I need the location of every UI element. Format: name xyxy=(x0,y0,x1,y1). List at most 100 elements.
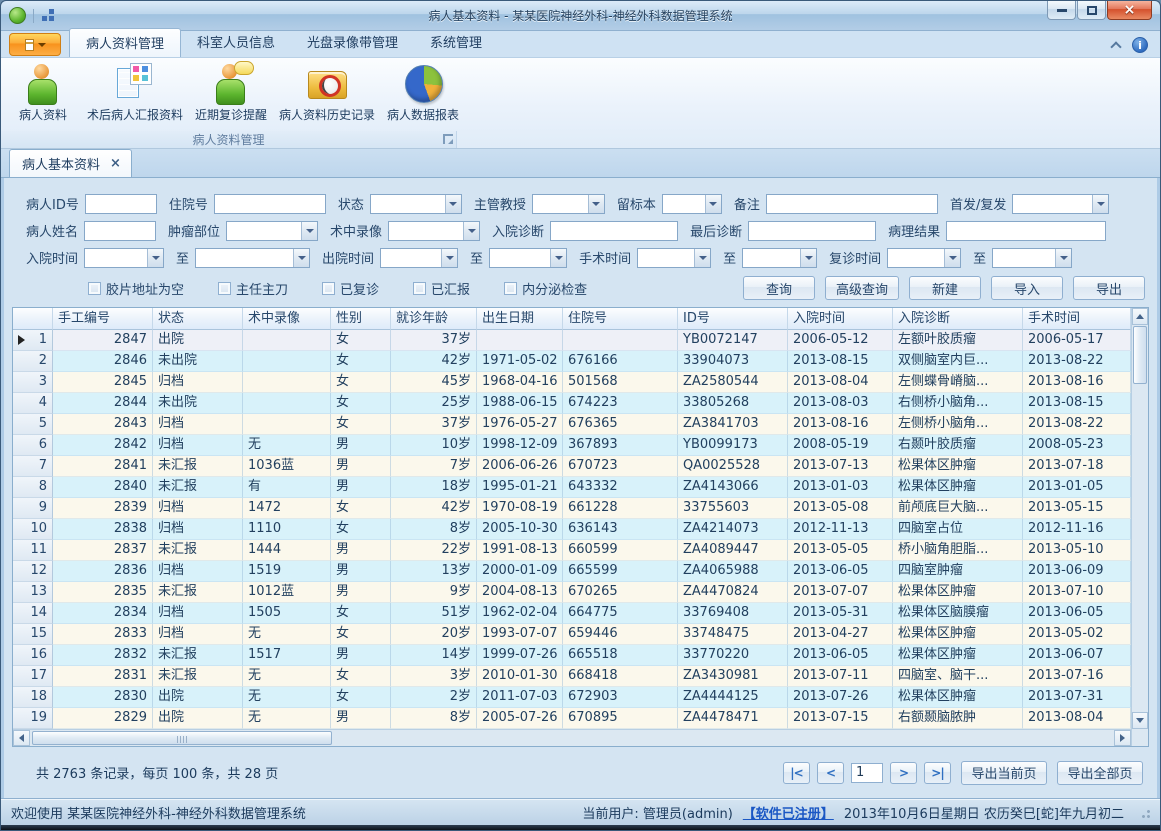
table-row[interactable]: 82840未汇报有男18岁1995-01-21643332ZA414306620… xyxy=(13,477,1131,498)
dropdown-button[interactable] xyxy=(147,249,163,267)
ribbon-item[interactable]: 病人资料历史记录 xyxy=(273,60,381,124)
table-row[interactable]: 152833归档无女20岁1993-07-0765944633748475201… xyxy=(13,624,1131,645)
dropdown-button[interactable] xyxy=(944,249,960,267)
row-header[interactable]: 16 xyxy=(13,645,53,666)
prev-page-button[interactable]: < xyxy=(817,762,844,784)
row-header[interactable]: 4 xyxy=(13,393,53,414)
discharge-date-to-combo[interactable] xyxy=(489,248,567,268)
director-surgeon-checkbox[interactable]: 主任主刀 xyxy=(218,279,288,298)
intraop-video-combo[interactable] xyxy=(388,221,480,241)
column-header-admission-diagnosis[interactable]: 入院诊断 xyxy=(893,308,1023,330)
admit-date-to-combo[interactable] xyxy=(195,248,310,268)
table-row[interactable]: 92839归档1472女42岁1970-08-19661228337556032… xyxy=(13,498,1131,519)
dropdown-button[interactable] xyxy=(1092,195,1108,213)
scroll-left-button[interactable] xyxy=(13,730,30,746)
dropdown-button[interactable] xyxy=(445,195,461,213)
revisit-date-from-combo[interactable] xyxy=(887,248,961,268)
table-row[interactable]: 42844未出院女25岁1988-06-15674223338052682013… xyxy=(13,393,1131,414)
row-header[interactable]: 19 xyxy=(13,708,53,729)
maximize-button[interactable] xyxy=(1077,1,1106,20)
ribbon-tab-1[interactable]: 病人资料管理 xyxy=(69,28,181,57)
ribbon-item[interactable]: 近期复诊提醒 xyxy=(189,60,273,124)
reported-checkbox[interactable]: 已汇报 xyxy=(413,279,470,298)
row-header[interactable]: 13 xyxy=(13,582,53,603)
dropdown-button[interactable] xyxy=(441,249,457,267)
resize-grip[interactable] xyxy=(1138,806,1150,818)
row-header[interactable]: 18 xyxy=(13,687,53,708)
group-dialog-launcher-icon[interactable] xyxy=(443,134,453,144)
ribbon-tab-3[interactable]: 光盘录像带管理 xyxy=(291,28,414,57)
export-current-page-button[interactable]: 导出当前页 xyxy=(961,761,1047,785)
export-button[interactable]: 导出 xyxy=(1073,276,1145,300)
tumor-site-combo[interactable] xyxy=(226,221,318,241)
table-row[interactable]: 72841未汇报1036蓝男7岁2006-06-26670723QA002552… xyxy=(13,456,1131,477)
first-or-recurrent-combo[interactable] xyxy=(1012,194,1109,214)
dropdown-button[interactable] xyxy=(800,249,816,267)
app-logo-icon[interactable] xyxy=(9,7,26,24)
table-row[interactable]: 132835未汇报1012蓝男9岁2004-08-13670265ZA44708… xyxy=(13,582,1131,603)
column-header-row-indicator[interactable] xyxy=(13,308,53,330)
layout-squares-icon[interactable] xyxy=(41,8,56,23)
vscroll-thumb[interactable] xyxy=(1133,326,1147,384)
scroll-up-button[interactable] xyxy=(1132,308,1148,325)
advanced-query-button[interactable]: 高级查询 xyxy=(825,276,899,300)
patient-id-input[interactable] xyxy=(85,194,157,214)
pathology-result-input[interactable] xyxy=(946,221,1106,241)
dropdown-button[interactable] xyxy=(463,222,479,240)
hscroll-thumb[interactable] xyxy=(32,731,332,745)
vertical-scrollbar[interactable] xyxy=(1131,308,1148,746)
surgery-date-from-combo[interactable] xyxy=(637,248,711,268)
final-diagnosis-input[interactable] xyxy=(748,221,876,241)
row-header[interactable]: 11 xyxy=(13,540,53,561)
ribbon-item[interactable]: 术后病人汇报资料 xyxy=(81,60,189,124)
scroll-right-button[interactable] xyxy=(1114,730,1131,746)
row-header[interactable]: 5 xyxy=(13,414,53,435)
revisited-checkbox[interactable]: 已复诊 xyxy=(322,279,379,298)
row-header[interactable]: 3 xyxy=(13,372,53,393)
table-row[interactable]: 172831未汇报无女3岁2010-01-30668418ZA343098120… xyxy=(13,666,1131,687)
column-header-surgery-date[interactable]: 手术时间 xyxy=(1023,308,1131,330)
ribbon-item[interactable]: 病人资料 xyxy=(5,60,81,124)
last-page-button[interactable]: >| xyxy=(924,762,951,784)
row-header[interactable]: 15 xyxy=(13,624,53,645)
row-header[interactable]: 12 xyxy=(13,561,53,582)
table-row[interactable]: 52843归档女37岁1976-05-27676365ZA38417032013… xyxy=(13,414,1131,435)
page-number-input[interactable]: 1 xyxy=(851,763,883,783)
row-header[interactable]: 17 xyxy=(13,666,53,687)
table-row[interactable]: 162832未汇报1517男14岁1999-07-266655183377022… xyxy=(13,645,1131,666)
minimize-button[interactable] xyxy=(1047,1,1076,20)
close-tab-icon[interactable]: × xyxy=(110,159,121,169)
info-icon[interactable]: i xyxy=(1132,37,1148,53)
column-header-admission-no[interactable]: 住院号 xyxy=(563,308,678,330)
column-header-gender[interactable]: 性别 xyxy=(331,308,391,330)
table-row[interactable]: 192829出院无男8岁2005-07-26670895ZA4478471201… xyxy=(13,708,1131,729)
column-header-intraop-video[interactable]: 术中录像 xyxy=(243,308,331,330)
ribbon-tab-2[interactable]: 科室人员信息 xyxy=(181,28,291,57)
document-tab[interactable]: 病人基本资料 × xyxy=(9,149,132,177)
ribbon-tab-4[interactable]: 系统管理 xyxy=(414,28,498,57)
table-row[interactable]: 142834归档1505女51岁1962-02-0466477533769408… xyxy=(13,603,1131,624)
revisit-date-to-combo[interactable] xyxy=(992,248,1072,268)
column-header-status[interactable]: 状态 xyxy=(153,308,243,330)
horizontal-scrollbar[interactable] xyxy=(13,729,1131,746)
table-row[interactable]: 62842归档无男10岁1998-12-09367893YB0099173200… xyxy=(13,435,1131,456)
column-header-birth-date[interactable]: 出生日期 xyxy=(477,308,563,330)
admission-diagnosis-input[interactable] xyxy=(550,221,678,241)
specimen-kept-combo[interactable] xyxy=(662,194,722,214)
table-row[interactable]: 32845归档女45岁1968-04-16501568ZA25805442013… xyxy=(13,372,1131,393)
ribbon-item[interactable]: 病人数据报表 xyxy=(381,60,465,124)
collapse-ribbon-icon[interactable] xyxy=(1110,41,1121,52)
dropdown-button[interactable] xyxy=(588,195,604,213)
first-page-button[interactable]: |< xyxy=(783,762,810,784)
row-header[interactable]: 14 xyxy=(13,603,53,624)
remarks-input[interactable] xyxy=(766,194,938,214)
dropdown-button[interactable] xyxy=(550,249,566,267)
table-row[interactable]: 112837未汇报1444男22岁1991-08-13660599ZA40894… xyxy=(13,540,1131,561)
scroll-down-button[interactable] xyxy=(1132,712,1148,729)
column-header-manual-no[interactable]: 手工编号 xyxy=(53,308,153,330)
column-header-admission-date[interactable]: 入院时间 xyxy=(788,308,893,330)
row-header[interactable]: 1 xyxy=(13,330,53,351)
hscroll-track[interactable] xyxy=(30,730,1114,746)
registered-link[interactable]: 【软件已注册】 xyxy=(743,803,834,822)
query-button[interactable]: 查询 xyxy=(743,276,815,300)
